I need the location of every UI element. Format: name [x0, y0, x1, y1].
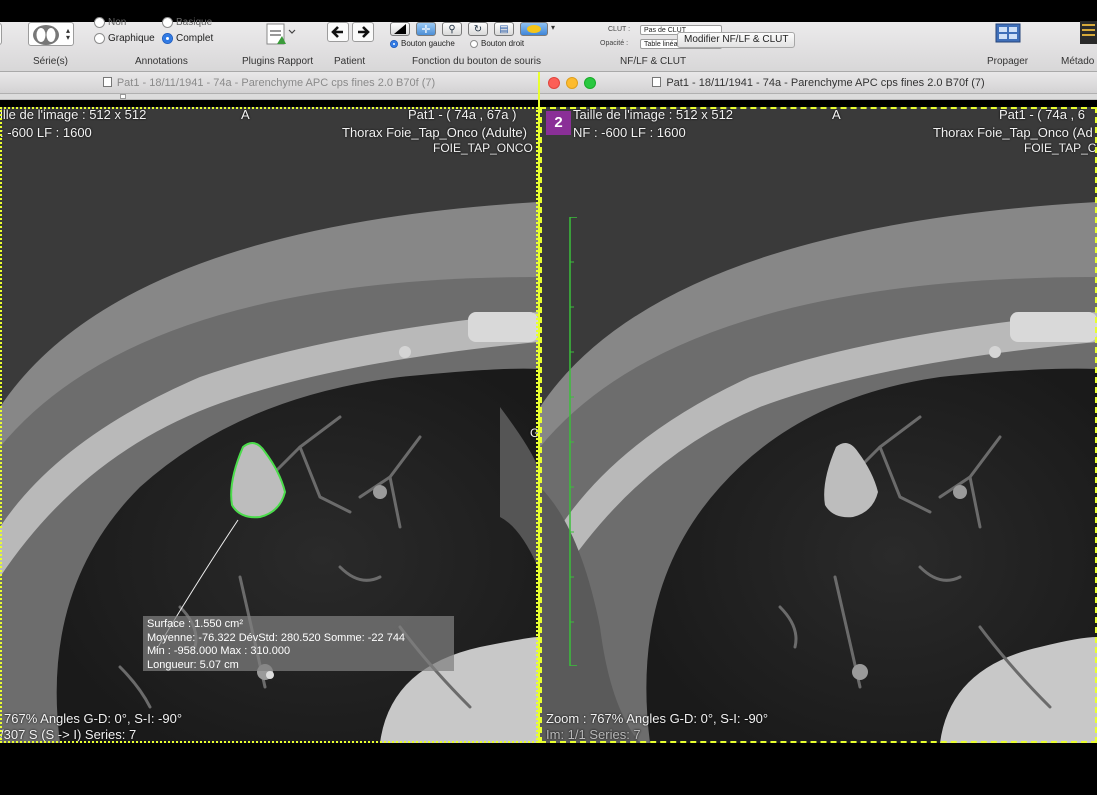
next-patient-button[interactable]: [352, 22, 374, 42]
wl-tool-button[interactable]: [390, 22, 410, 36]
radio-label: Bouton gauche: [401, 39, 455, 48]
roi-minmax: Min : -958.000 Max : 310.000: [147, 645, 291, 657]
scale-ruler: [569, 217, 577, 666]
left-window-level: : -600 LF : 1600: [0, 125, 92, 140]
right-image-size: Taille de l'image : 512 x 512: [573, 107, 734, 122]
report-icon: [266, 23, 296, 45]
toolbar: ▴ ▾ Non Basique Graphique Complet ✛ ⚲ ↻ …: [0, 17, 1097, 72]
toolbar-edge-button[interactable]: [0, 23, 2, 45]
right-window-title: Pat1 - 18/11/1941 - 74a - Parenchyme APC…: [666, 77, 985, 89]
radio-label: Bouton droit: [481, 39, 525, 48]
right-study-name: Thorax Foie_Tap_Onco (Ad: [933, 125, 1093, 140]
mouse-right-radio[interactable]: Bouton droit: [470, 39, 524, 48]
radio-dot[interactable]: [470, 39, 478, 48]
slider-thumb[interactable]: [120, 94, 126, 99]
roi-tool-button[interactable]: ▾: [520, 22, 555, 36]
maximize-window-icon[interactable]: [584, 77, 596, 89]
report-plugin-button[interactable]: [265, 22, 299, 46]
radio-dot[interactable]: [162, 17, 173, 28]
rotate-tool-button[interactable]: ↻: [468, 22, 488, 36]
series-radio-basique[interactable]: Basique: [162, 17, 212, 28]
left-orientation-top: A: [241, 107, 250, 122]
label-propagate: Propager: [987, 56, 1029, 67]
right-slice-slider[interactable]: [540, 94, 1097, 100]
roi-length: Longueur: 5.07 cm: [147, 658, 239, 671]
roi-surface: Surface : 1.550 cm²: [147, 618, 243, 630]
label-plugins: Plugins Rapport: [242, 56, 314, 67]
minimize-window-icon[interactable]: [566, 77, 578, 89]
series-radio-complet[interactable]: Complet: [162, 33, 213, 44]
mouse-left-radio[interactable]: Bouton gauche: [390, 39, 455, 48]
closed-polygon-icon: [527, 25, 541, 33]
ct-slice-render: [540, 107, 1097, 743]
left-viewer-window[interactable]: Pat1 - 18/11/1941 - 74a - Parenchyme APC…: [0, 72, 538, 743]
metadata-button[interactable]: [1080, 21, 1097, 44]
radio-label: Non: [108, 17, 127, 28]
left-zoom-line: 767% Angles G-D: 0°, S-I: -90°: [4, 711, 183, 726]
left-window-title: Pat1 - 18/11/1941 - 74a - Parenchyme APC…: [116, 77, 436, 89]
metadata-icon: [1082, 24, 1095, 36]
radio-dot[interactable]: [94, 17, 105, 28]
label-metadata: Métado: [1061, 56, 1095, 67]
left-patient-info: Pat1 - ( 74a , 67a ): [408, 107, 517, 122]
close-window-icon[interactable]: [548, 77, 560, 89]
contrast-icon: [394, 24, 406, 34]
move-icon: ✛: [421, 23, 431, 36]
right-series-line: Im: 1/1 Series: 7: [546, 727, 641, 742]
opacity-label: Opacité :: [600, 40, 629, 47]
radio-label: Complet: [176, 33, 214, 44]
left-image-size: ille de l'image : 512 x 512: [0, 107, 147, 122]
document-icon: [102, 77, 112, 87]
document-icon: [652, 77, 662, 87]
roi-mean: Moyenne: -76.322 DévStd: 280.520 Somme: …: [147, 631, 406, 644]
stepper-arrows-icon[interactable]: ▴ ▾: [66, 27, 70, 42]
label-patient: Patient: [334, 56, 366, 67]
label-annotations: Annotations: [135, 56, 188, 67]
right-ct-image[interactable]: 2 Taille de l'image : 512 x 512 A NF : -…: [540, 107, 1097, 743]
propagate-button[interactable]: [994, 22, 1022, 44]
left-protocol: FOIE_TAP_ONCO: [433, 141, 533, 155]
series-radio-graphique[interactable]: Graphique: [94, 33, 155, 44]
rotate-icon: ↻: [473, 23, 483, 35]
radio-label: Basique: [176, 17, 213, 28]
grid-layout-icon: [995, 23, 1021, 43]
series-thumbnail-stepper[interactable]: ▴ ▾: [28, 22, 74, 46]
roi-measurement-box[interactable]: Surface : 1.550 cm² Moyenne: -76.322 Dév…: [143, 616, 454, 671]
right-zoom-line: Zoom : 767% Angles G-D: 0°, S-I: -90°: [546, 711, 769, 726]
lungs-icon: [33, 25, 59, 45]
radio-dot-selected[interactable]: [390, 39, 398, 48]
chevron-down-icon: ▾: [550, 23, 555, 32]
label-series: Série(s): [33, 56, 69, 67]
left-orientation-right: GD: [530, 426, 538, 440]
label-wl-clut: NF/LF & CLUT: [620, 56, 687, 67]
series-radio-non[interactable]: Non: [94, 17, 126, 28]
scroll-tool-button[interactable]: ▤: [494, 22, 514, 36]
magnifier-icon: ⚲: [448, 23, 456, 35]
right-viewer-window[interactable]: Pat1 - 18/11/1941 - 74a - Parenchyme APC…: [540, 72, 1097, 743]
arrow-left-icon: [331, 26, 343, 38]
right-window-titlebar[interactable]: Pat1 - 18/11/1941 - 74a - Parenchyme APC…: [540, 72, 1097, 94]
label-mouse-function: Fonction du bouton de souris: [412, 56, 541, 67]
stack-icon: ▤: [499, 23, 509, 35]
right-protocol: FOIE_TAP_C: [1024, 141, 1097, 155]
right-orientation-top: A: [832, 107, 841, 122]
clut-label: CLUT :: [608, 26, 631, 33]
right-patient-info: Pat1 - ( 74a , 6: [999, 107, 1085, 122]
left-study-name: Thorax Foie_Tap_Onco (Adulte): [342, 125, 527, 140]
radio-dot[interactable]: [94, 33, 105, 44]
viewer-number-badge: 2: [546, 111, 571, 135]
right-window-level: NF : -600 LF : 1600: [573, 125, 686, 140]
modify-wl-clut-button[interactable]: Modifier NF/LF & CLUT: [677, 32, 796, 48]
arrow-right-icon: [358, 26, 370, 38]
radio-dot-selected[interactable]: [162, 33, 173, 44]
left-series-line: /307 S (S -> I) Series: 7: [0, 727, 137, 742]
left-window-titlebar[interactable]: Pat1 - 18/11/1941 - 74a - Parenchyme APC…: [0, 72, 538, 94]
move-tool-button[interactable]: ✛: [416, 22, 436, 36]
radio-label: Graphique: [108, 33, 155, 44]
zoom-tool-button[interactable]: ⚲: [442, 22, 462, 36]
previous-patient-button[interactable]: [327, 22, 349, 42]
left-slice-slider[interactable]: [0, 94, 538, 100]
